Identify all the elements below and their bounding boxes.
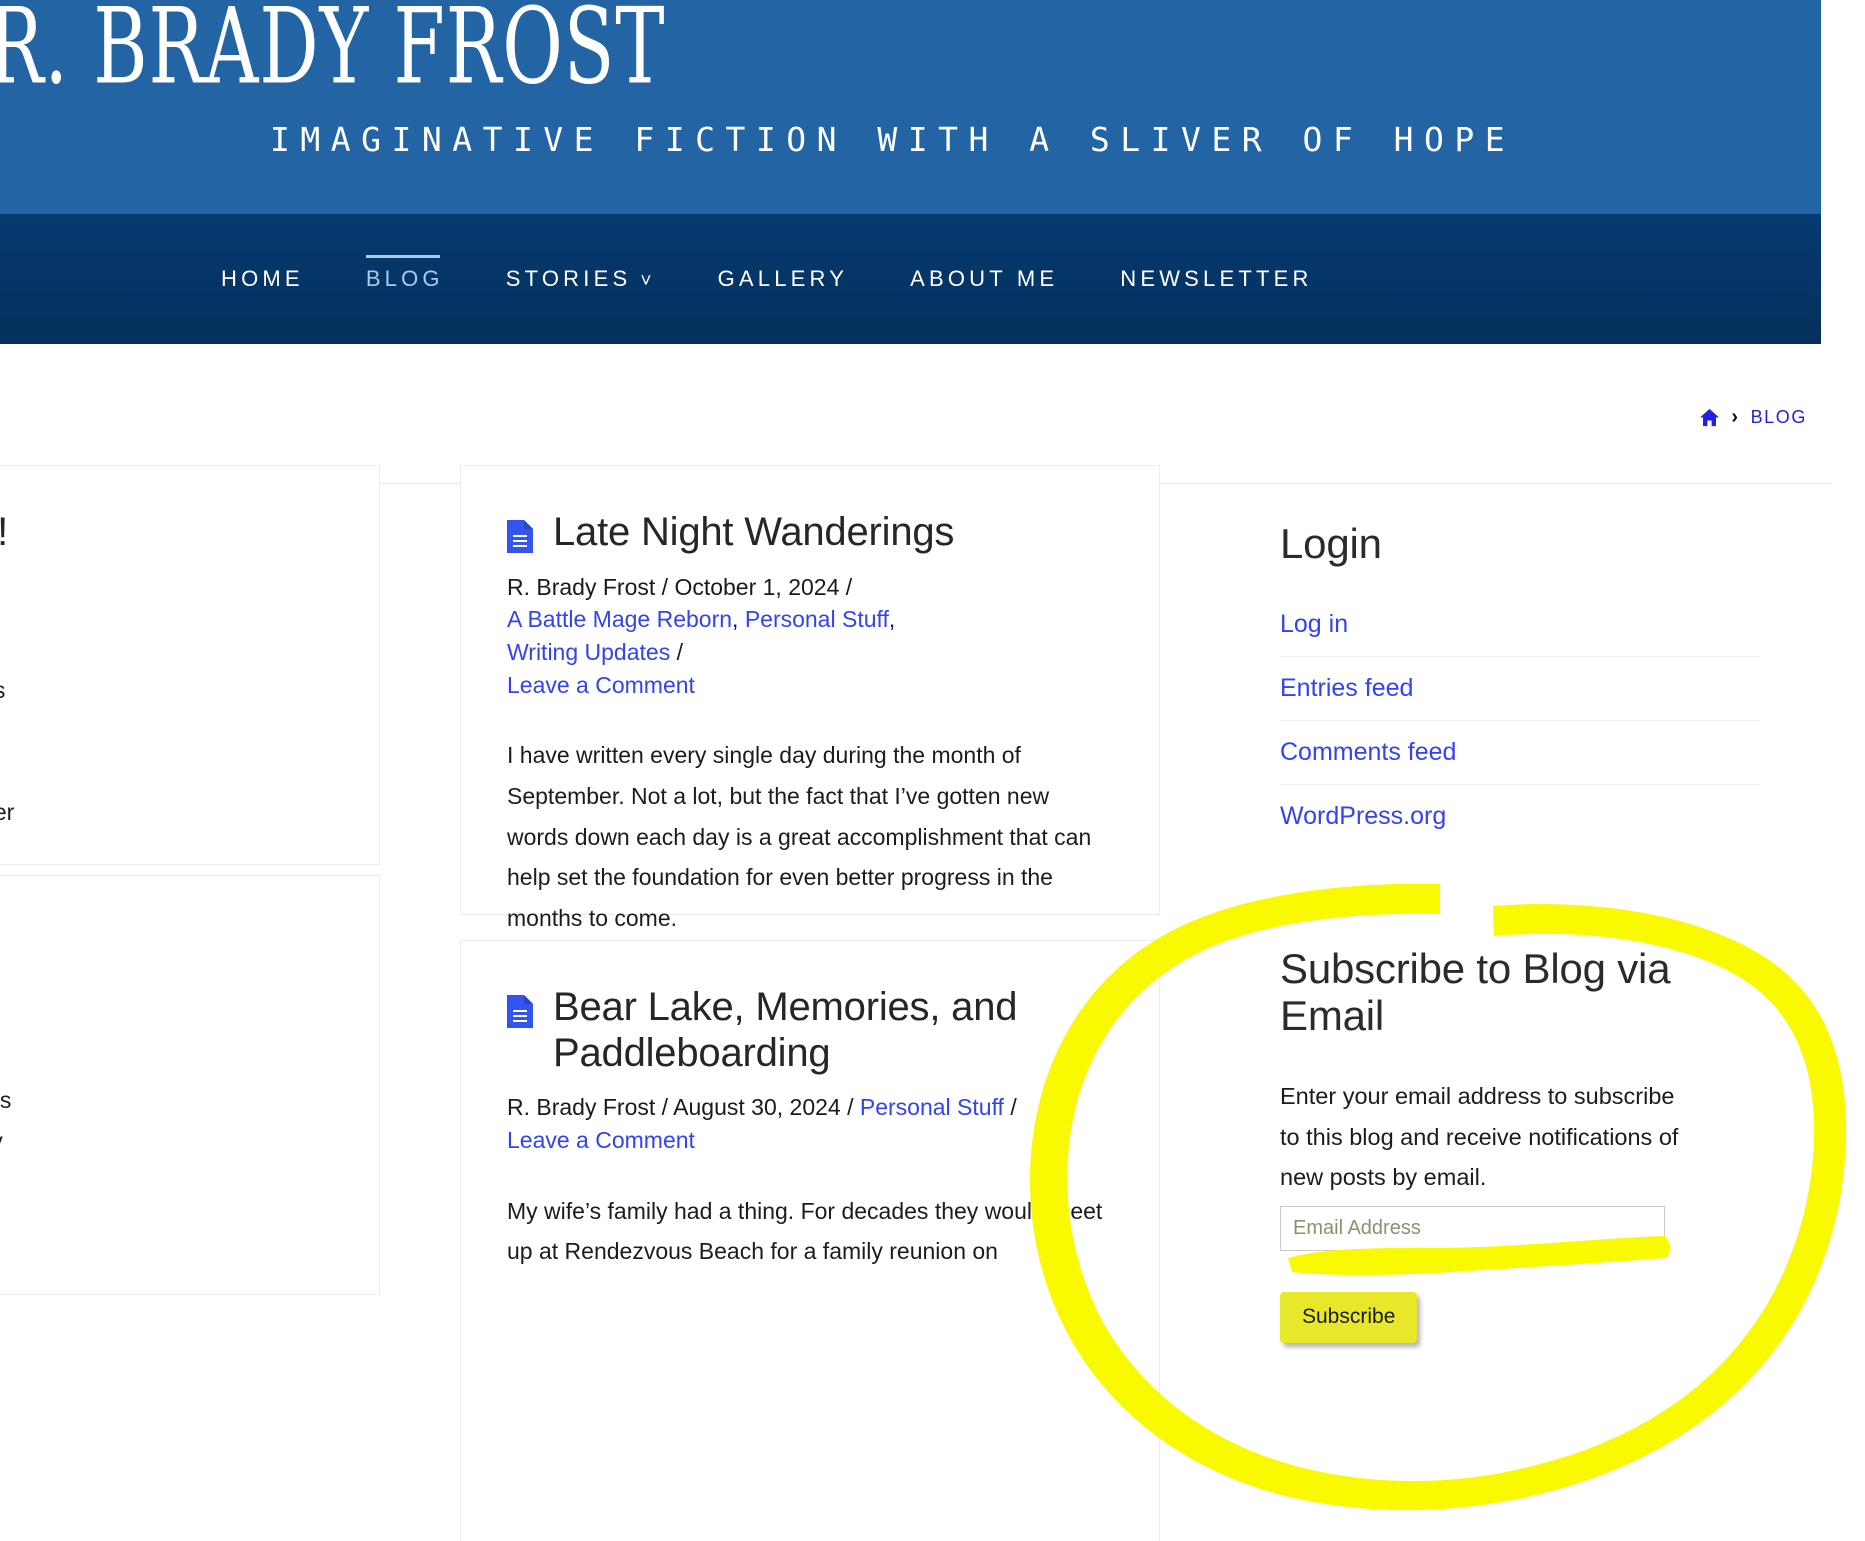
subscribe-widget-title: Subscribe to Blog via Email bbox=[1280, 945, 1671, 1040]
post-comments-link[interactable]: Leave a Comment bbox=[507, 672, 695, 698]
nav-active-underline bbox=[365, 255, 440, 258]
post-title[interactable]: Late Night Wanderings bbox=[507, 510, 1113, 556]
subscribe-description: Enter your email address to subscribe to… bbox=[1280, 1083, 1679, 1190]
post-meta: ber 21, 2019 / es / 6 Comments bbox=[0, 571, 333, 636]
subscribe-widget: Subscribe to Blog via Email Enter your e… bbox=[1280, 945, 1760, 1344]
post-author: R. Brady Frost bbox=[507, 1094, 656, 1121]
post-card-mid-1[interactable]: Late Night Wanderings R. Brady Frost / O… bbox=[460, 465, 1160, 931]
meta-separator: / bbox=[661, 573, 675, 600]
post-comments-link[interactable]: Leave a Comment bbox=[507, 1127, 695, 1153]
post-category-link[interactable]: Personal Stuff bbox=[745, 606, 889, 632]
login-widget-title: Login bbox=[1280, 520, 1382, 567]
nav-label-about-me: ABOUT ME bbox=[910, 266, 1059, 291]
post-excerpt: My wife’s family had a thing. For decade… bbox=[507, 1197, 1103, 1265]
breadcrumb: › BLOG bbox=[1699, 406, 1807, 429]
breadcrumb-separator-icon: › bbox=[1731, 406, 1740, 428]
list-item[interactable]: Log in bbox=[1280, 593, 1760, 656]
chevron-down-icon: ˅ bbox=[640, 270, 656, 292]
breadcrumb-current[interactable]: BLOG bbox=[1751, 407, 1807, 428]
site-banner: R. BRADY FROST IMAGINATIVE FICTION WITH … bbox=[0, 0, 1821, 214]
post-date: October 1, 2024 bbox=[674, 573, 840, 600]
post-card-mid-2[interactable]: Bear Lake, Memories, and Paddleboarding … bbox=[460, 940, 1160, 1541]
login-widget: Login Log in Entries feed Comments feed … bbox=[1280, 520, 1760, 848]
page-root: R. BRADY FROST IMAGINATIVE FICTION WITH … bbox=[0, 0, 1865, 1541]
post-author: R. Brady Frost bbox=[507, 573, 656, 600]
main-navigation: HOME BLOG STORIES ˅ GALLERY ABOUT ME NEW… bbox=[0, 214, 1821, 344]
post-card-left-2[interactable]: onatoes ember 11, 2024 / e a Comment tha… bbox=[0, 875, 380, 1295]
home-icon[interactable] bbox=[1699, 408, 1720, 427]
post-title[interactable]: Bear Lake, Memories, and Paddleboarding bbox=[507, 985, 1113, 1076]
nav-label-blog: BLOG bbox=[365, 266, 444, 291]
document-icon bbox=[507, 993, 533, 1028]
meta-separator: / bbox=[847, 1094, 860, 1121]
post-title-text: Late Night Wanderings bbox=[553, 510, 955, 554]
post-title-text: Bear Lake, Memories, and Paddleboarding bbox=[553, 985, 1018, 1075]
nav-items-container: HOME BLOG STORIES ˅ GALLERY ABOUT ME NEW… bbox=[190, 214, 1344, 344]
meta-separator: / bbox=[1010, 1094, 1017, 1121]
post-meta: ember 11, 2024 / e a Comment bbox=[0, 981, 333, 1046]
nav-label-gallery: GALLERY bbox=[717, 266, 849, 291]
nav-label-stories: STORIES bbox=[505, 266, 632, 291]
nav-item-home[interactable]: HOME bbox=[190, 266, 335, 292]
post-title[interactable]: onatoes bbox=[0, 920, 333, 966]
subscribe-button[interactable]: Subscribe bbox=[1280, 1292, 1418, 1344]
link-log-in[interactable]: Log in bbox=[1280, 593, 1760, 656]
post-date: August 30, 2024 bbox=[673, 1094, 841, 1121]
list-item[interactable]: Entries feed bbox=[1280, 656, 1760, 720]
post-card-left-1[interactable]: ance is Published! ber 21, 2019 / es / 6… bbox=[0, 465, 380, 865]
post-excerpt: I have written every single day during t… bbox=[507, 742, 1092, 932]
post-title[interactable]: ance is Published! bbox=[0, 510, 333, 556]
list-item[interactable]: Comments feed bbox=[1280, 720, 1760, 784]
post-excerpt: 1 of A Battle Mage Reborn, has azon.com.… bbox=[0, 677, 15, 826]
post-title-text: ance is Published! bbox=[0, 510, 8, 556]
site-tagline: IMAGINATIVE FICTION WITH A SLIVER OF HOP… bbox=[270, 120, 1516, 159]
email-input[interactable] bbox=[1280, 1206, 1665, 1252]
link-comments-feed[interactable]: Comments feed bbox=[1280, 721, 1760, 784]
meta-separator: / bbox=[661, 1094, 674, 1121]
nav-label-home: HOME bbox=[221, 266, 304, 291]
meta-separator: / bbox=[845, 573, 853, 600]
nav-item-gallery[interactable]: GALLERY bbox=[687, 266, 880, 292]
site-title: R. BRADY FROST bbox=[0, 0, 666, 108]
post-category-link[interactable]: A Battle Mage Reborn bbox=[507, 606, 732, 632]
sidebar: Login Log in Entries feed Comments feed … bbox=[1280, 520, 1760, 1344]
nav-item-about-me[interactable]: ABOUT ME bbox=[879, 266, 1089, 292]
post-meta: R. Brady Frost / October 1, 2024 / A Bat… bbox=[507, 573, 896, 698]
post-meta: R. Brady Frost / August 30, 2024 / Perso… bbox=[507, 1091, 1113, 1156]
list-item[interactable]: WordPress.org bbox=[1280, 784, 1760, 848]
link-wordpress-org[interactable]: WordPress.org bbox=[1280, 785, 1760, 848]
login-widget-links: Log in Entries feed Comments feed WordPr… bbox=[1280, 593, 1760, 848]
document-icon bbox=[507, 518, 533, 553]
nav-item-blog[interactable]: BLOG bbox=[335, 255, 475, 292]
nav-item-stories[interactable]: STORIES ˅ bbox=[475, 266, 687, 292]
nav-item-newsletter[interactable]: NEWSLETTER bbox=[1089, 266, 1343, 292]
link-entries-feed[interactable]: Entries feed bbox=[1280, 657, 1760, 720]
post-category-link[interactable]: Writing Updates bbox=[507, 639, 670, 665]
meta-separator: / bbox=[676, 638, 683, 665]
post-category-link[interactable]: Personal Stuff bbox=[860, 1094, 1004, 1120]
nav-label-newsletter: NEWSLETTER bbox=[1120, 266, 1313, 291]
post-excerpt: that Tara learned over the years ed. She… bbox=[0, 1086, 12, 1154]
